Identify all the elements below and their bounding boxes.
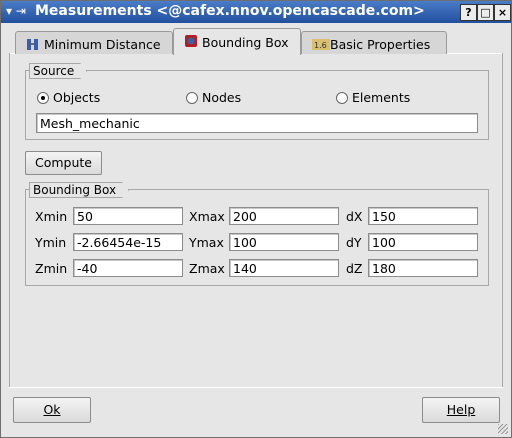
dy-field[interactable]: 100 — [368, 233, 478, 251]
dz-label: dZ — [346, 261, 363, 276]
tab-minimum-distance[interactable]: Minimum Distance — [15, 31, 173, 54]
radio-label: Elements — [352, 90, 411, 105]
ymax-label: Ymax — [189, 235, 224, 250]
basic-properties-icon: 1.6 — [312, 39, 330, 50]
help-title-button[interactable]: ? — [460, 4, 477, 21]
minimum-distance-icon — [27, 39, 38, 50]
help-button[interactable]: Help — [422, 397, 500, 423]
window-menu-icon[interactable]: ▾ ⇥ — [6, 4, 26, 18]
dz-field[interactable]: 180 — [368, 259, 478, 277]
ymax-field[interactable]: 100 — [229, 233, 339, 251]
ymin-field[interactable]: -2.66454e-15 — [73, 233, 183, 251]
radio-label: Nodes — [202, 90, 242, 105]
tab-basic-properties[interactable]: 1.6 Basic Properties — [301, 31, 447, 54]
footer-separator — [9, 387, 503, 388]
dx-field[interactable]: 150 — [368, 207, 478, 225]
zmax-field[interactable]: 140 — [229, 259, 339, 277]
resize-grip-icon[interactable] — [498, 424, 508, 434]
svg-text:1.6: 1.6 — [314, 41, 327, 50]
window-title: Measurements <@cafex.nnov.opencascade.co… — [35, 3, 425, 19]
xmax-label: Xmax — [189, 209, 225, 224]
tab-bounding-box[interactable]: Bounding Box — [173, 28, 301, 55]
xmin-field[interactable]: 50 — [73, 207, 183, 225]
ymin-label: Ymin — [35, 235, 67, 250]
zmin-field[interactable]: -40 — [73, 259, 183, 277]
xmax-field[interactable]: 200 — [229, 207, 339, 225]
maximize-button[interactable]: □ — [477, 4, 494, 21]
radio-dot[interactable] — [37, 92, 49, 104]
source-group-label: Source — [29, 63, 87, 79]
tab-label: Bounding Box — [202, 35, 289, 50]
title-bar[interactable]: ▾ ⇥ Measurements <@cafex.nnov.opencascad… — [1, 1, 511, 23]
ok-button[interactable]: Ok — [13, 397, 91, 423]
radio-dot[interactable] — [336, 92, 348, 104]
bounding-box-icon — [185, 35, 197, 47]
bounding-box-group-label: Bounding Box — [29, 182, 129, 198]
radio-dot[interactable] — [186, 92, 198, 104]
close-button[interactable]: × — [494, 4, 511, 21]
object-name-field[interactable]: Mesh_mechanic — [36, 113, 478, 133]
tab-label: Basic Properties — [330, 37, 431, 52]
dx-label: dX — [346, 209, 363, 224]
dy-label: dY — [346, 235, 362, 250]
measurements-dialog: ▾ ⇥ Measurements <@cafex.nnov.opencascad… — [0, 0, 512, 438]
xmin-label: Xmin — [35, 209, 68, 224]
zmax-label: Zmax — [189, 261, 225, 276]
radio-label: Objects — [53, 90, 101, 105]
tab-label: Minimum Distance — [44, 37, 161, 52]
zmin-label: Zmin — [35, 261, 68, 276]
compute-button[interactable]: Compute — [25, 151, 102, 175]
